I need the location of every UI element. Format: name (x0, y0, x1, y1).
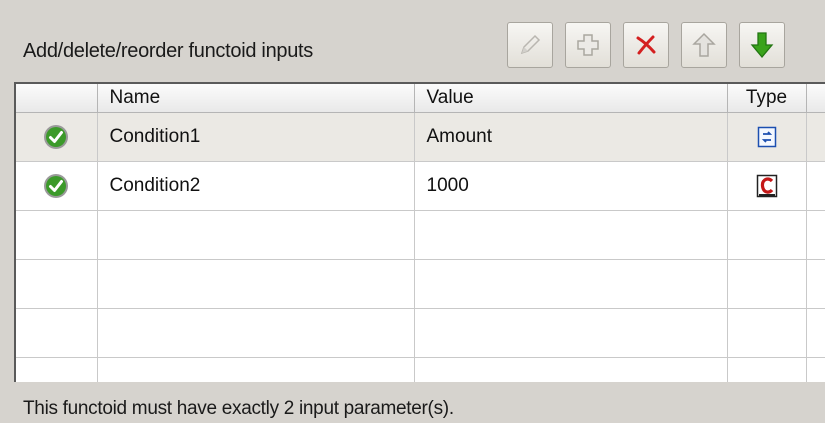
empty-row (16, 308, 825, 358)
header-label: Add/delete/reorder functoid inputs (23, 40, 313, 62)
empty-row (16, 357, 825, 382)
check-icon (44, 125, 69, 149)
filler-cell (806, 161, 825, 211)
filler-cell (806, 112, 825, 162)
empty-row (16, 259, 825, 309)
edit-button[interactable] (507, 22, 553, 68)
type-cell[interactable] (727, 161, 807, 211)
type-column-header[interactable]: Type (727, 84, 807, 113)
status-cell (16, 161, 98, 211)
link-parameter-icon (757, 126, 776, 148)
status-column-header[interactable] (16, 84, 98, 113)
check-icon (44, 174, 69, 198)
delete-button[interactable] (623, 22, 669, 68)
status-message: This functoid must have exactly 2 input … (23, 398, 454, 419)
name-cell[interactable]: Condition1 (97, 112, 415, 162)
plus-icon (577, 34, 599, 56)
name-column-header[interactable]: Name (97, 84, 415, 113)
status-cell (16, 112, 98, 162)
add-button[interactable] (565, 22, 611, 68)
table-row[interactable]: Condition1 Amount (16, 112, 825, 162)
constant-parameter-icon (756, 174, 777, 198)
pencil-icon (520, 34, 541, 55)
filler-column-header (806, 84, 825, 113)
type-cell[interactable] (727, 112, 807, 162)
value-column-header[interactable]: Value (414, 84, 728, 113)
move-down-button[interactable] (739, 22, 785, 68)
move-up-button[interactable] (681, 22, 727, 68)
empty-row (16, 210, 825, 260)
functoid-inputs-grid: Name Value Type Condition1 Amount Condit… (14, 82, 825, 382)
arrow-down-icon (750, 32, 774, 59)
value-cell[interactable]: 1000 (414, 161, 728, 211)
name-cell[interactable]: Condition2 (97, 161, 415, 211)
grid-header-row: Name Value Type (16, 84, 825, 113)
arrow-up-icon (692, 32, 716, 57)
table-row[interactable]: Condition2 1000 (16, 161, 825, 211)
delete-x-icon (636, 35, 656, 55)
value-cell[interactable]: Amount (414, 112, 728, 162)
